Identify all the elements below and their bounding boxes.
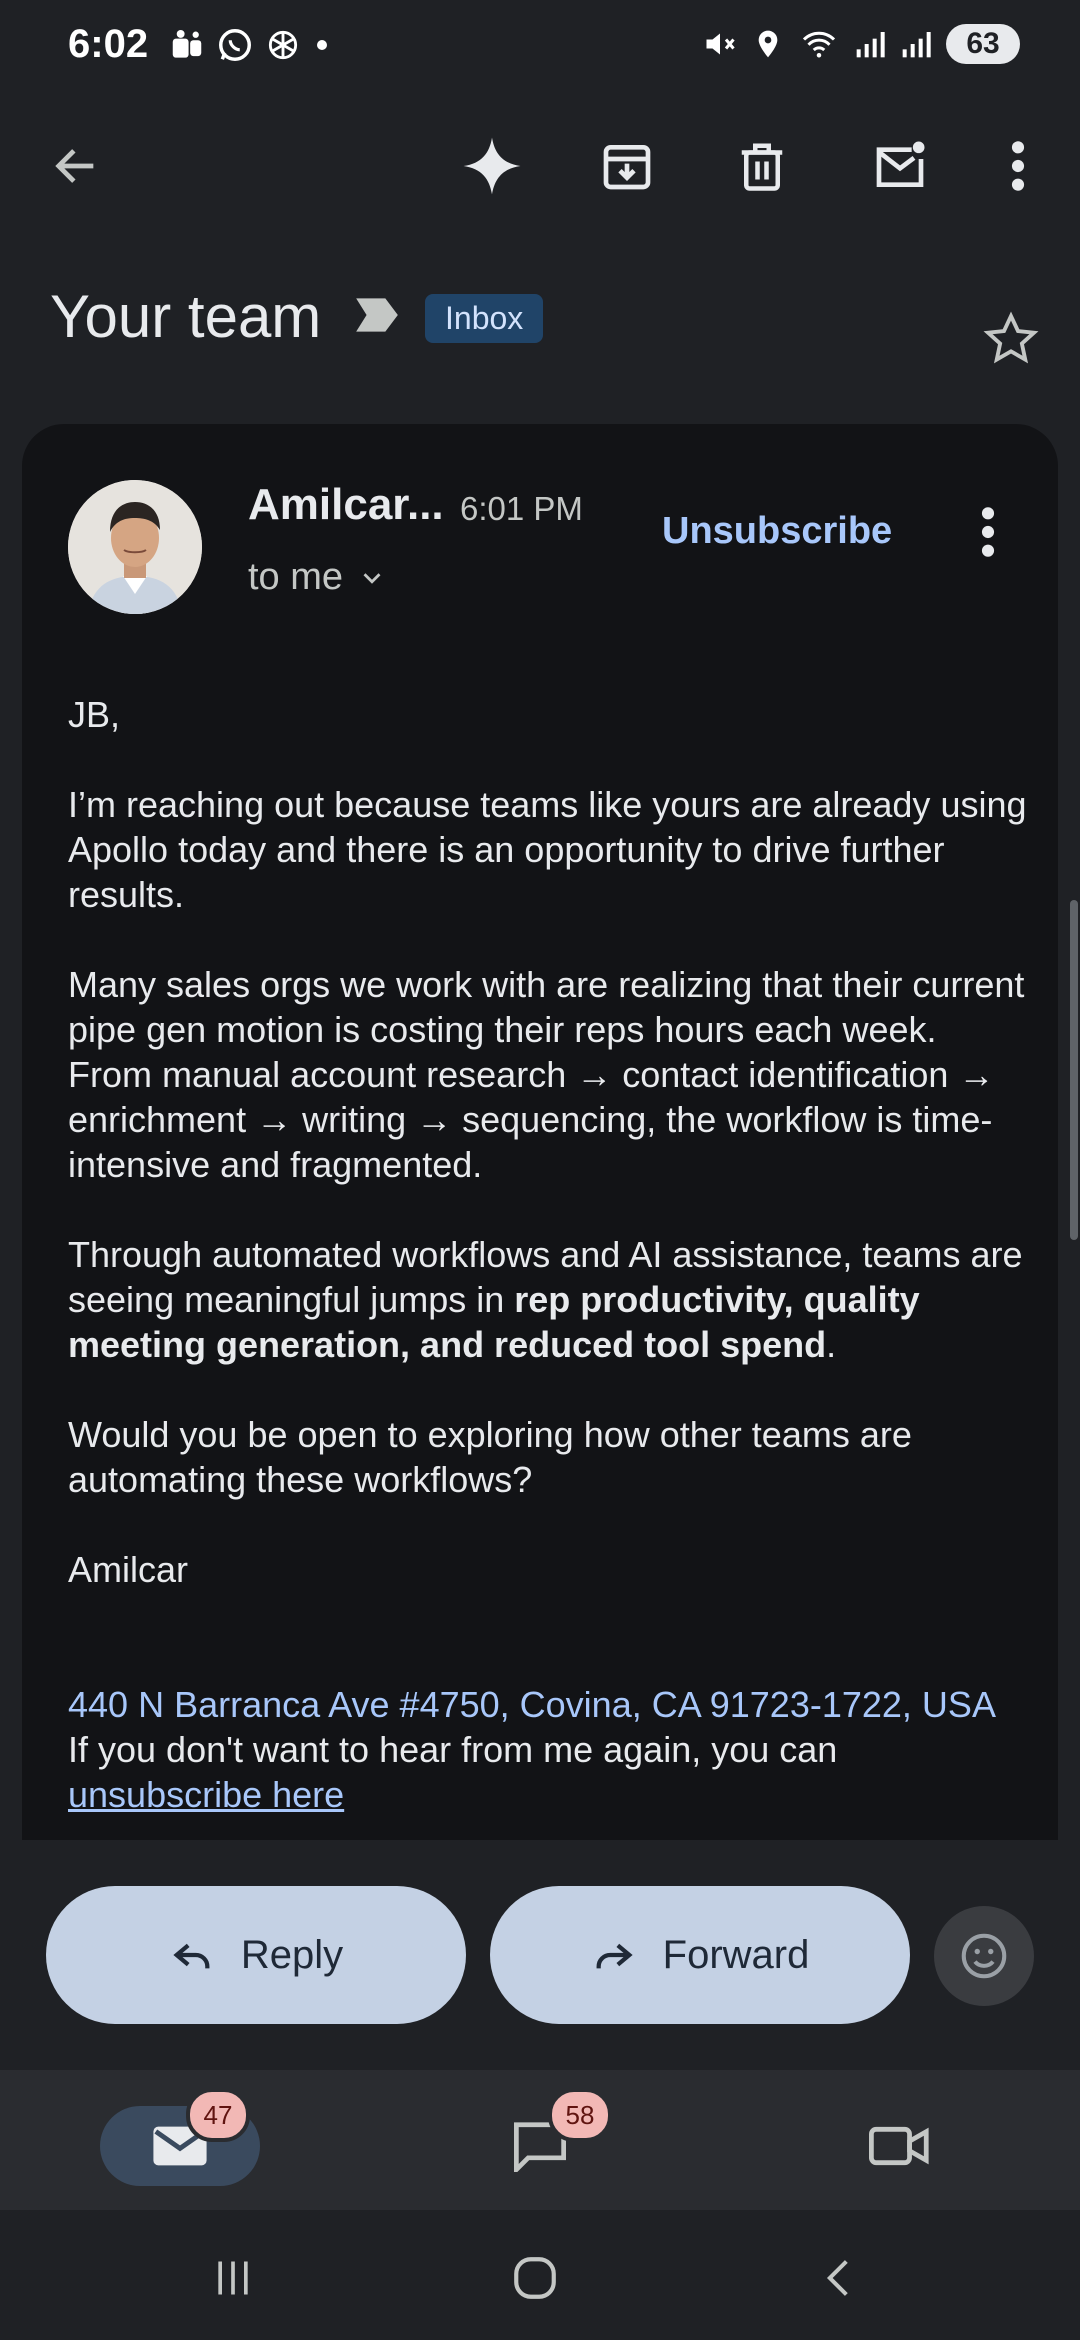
bottom-navigation: 47 58 [0, 2070, 1080, 2210]
emoji-reaction-button[interactable] [934, 1906, 1034, 2006]
archive-icon [603, 145, 651, 190]
signal-icon [856, 32, 885, 58]
body-paragraph: Would you be open to exploring how other… [68, 1414, 912, 1500]
back-nav-button[interactable] [794, 2248, 884, 2308]
email-subject: Your team [50, 283, 322, 350]
reply-actions: Reply Forward [0, 1840, 1080, 2070]
archive-button[interactable] [591, 130, 663, 202]
wifi-icon [802, 31, 836, 58]
unsubscribe-link[interactable]: unsubscribe here [68, 1772, 1028, 1817]
scrollbar[interactable] [1070, 900, 1078, 1240]
nav-mail[interactable]: 47 [100, 2088, 260, 2186]
home-button[interactable] [490, 2248, 580, 2308]
back-nav-icon [826, 2260, 848, 2296]
recipient-details-toggle[interactable]: to me [248, 556, 387, 599]
reply-label: Reply [240, 1932, 344, 1977]
sender-avatar[interactable] [68, 480, 202, 614]
mark-unread-button[interactable] [864, 130, 936, 202]
importance-marker-icon [356, 298, 398, 332]
signature: Amilcar [68, 1549, 189, 1590]
delete-button[interactable] [726, 130, 798, 202]
forward-button[interactable]: Forward [490, 1886, 910, 2024]
mute-icon [706, 33, 735, 55]
gemini-button[interactable] [456, 130, 528, 202]
back-icon [55, 149, 94, 183]
redacted-line [68, 1637, 1028, 1682]
dot-icon [317, 40, 327, 50]
sender-name[interactable]: Amilcar... [248, 480, 444, 530]
mark-unread-icon [876, 141, 925, 187]
email-body: JB, I’m reaching out because teams like … [68, 692, 1028, 1817]
body-paragraph: I’m reaching out because teams like your… [68, 784, 1027, 915]
forward-label: Forward [662, 1932, 810, 1977]
location-icon [758, 30, 778, 58]
recent-apps-button[interactable] [188, 2248, 278, 2308]
star-icon[interactable] [982, 310, 1040, 368]
emoji-icon [961, 1933, 1007, 1979]
more-options-button[interactable] [982, 130, 1054, 202]
chevron-down-icon [363, 572, 381, 584]
chatgpt-icon [268, 30, 298, 60]
gemini-icon [463, 137, 521, 195]
status-bar: 6:02 63 [0, 0, 1080, 96]
status-time: 6:02 [68, 22, 149, 66]
greeting: JB, [68, 694, 121, 735]
recent-apps-icon [218, 2261, 248, 2295]
email-card: Amilcar... 6:01 PM to me Unsubscribe JB,… [22, 424, 1058, 1840]
email-toolbar [0, 110, 1080, 220]
back-button[interactable] [40, 130, 112, 202]
chat-badge: 58 [548, 2088, 612, 2142]
nav-chat[interactable]: 58 [460, 2088, 620, 2186]
body-paragraph: Through automated workflows and AI assis… [68, 1234, 1023, 1365]
more-icon [1011, 141, 1025, 191]
more-icon[interactable] [978, 504, 998, 560]
unsubscribe-button[interactable]: Unsubscribe [662, 510, 892, 553]
whatsapp-icon [219, 29, 251, 61]
forward-icon [596, 1943, 633, 1969]
footer-text: If you don't want to hear from me again,… [68, 1729, 838, 1770]
video-call-icon [869, 2126, 929, 2166]
home-icon [514, 2257, 556, 2299]
inbox-label[interactable]: Inbox [425, 294, 544, 343]
delete-icon [741, 143, 783, 191]
recipient-label: to me [248, 556, 344, 598]
signal-icon [902, 32, 931, 58]
mail-badge: 47 [186, 2088, 250, 2142]
system-navigation [0, 2210, 1080, 2340]
battery-indicator: 63 [946, 24, 1020, 64]
reply-button[interactable]: Reply [46, 1886, 466, 2024]
email-timestamp: 6:01 PM [460, 490, 583, 527]
address-link[interactable]: 440 N Barranca Ave #4750, Covina, CA 917… [68, 1682, 1028, 1727]
body-paragraph: Many sales orgs we work with are realizi… [68, 964, 1025, 1185]
teams-icon [172, 29, 202, 58]
reply-icon [173, 1943, 210, 1969]
nav-meet[interactable] [820, 2106, 980, 2186]
